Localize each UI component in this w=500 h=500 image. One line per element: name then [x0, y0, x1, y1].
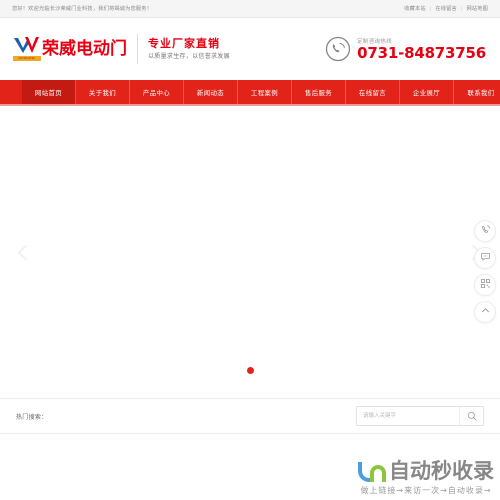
side-tool-message[interactable]	[474, 247, 496, 269]
watermark-title: 自动秒收录	[389, 459, 494, 483]
watermark-logo-icon	[358, 461, 386, 482]
qrcode-icon	[480, 278, 491, 292]
logo-icon: RONGWEI	[13, 36, 41, 62]
watermark-overlay: 自动秒收录 做上链接→来访一次→自动收录→	[358, 461, 494, 496]
search-button[interactable]	[459, 407, 483, 425]
side-tool-qrcode[interactable]	[474, 274, 496, 296]
nav-item-service[interactable]: 售后服务	[292, 80, 346, 104]
header-phone: 定制咨询热线 0731-84873756	[325, 36, 486, 62]
hot-search-label: 热门搜索：	[16, 414, 48, 421]
nav-item-home[interactable]: 网站首页	[22, 80, 76, 104]
search-input[interactable]	[357, 407, 459, 425]
brand-logo[interactable]: RONGWEI 荣威电动门	[13, 36, 127, 62]
top-bar: 您好！欢迎光临长沙荣威门业科技，我们将竭诚为您服务！ 收藏本站 | 在线留言 |…	[0, 0, 500, 18]
link-separator-2: |	[460, 5, 463, 12]
main-navigation: 网站首页 关于我们 产品中心 新闻动态 工程案例 售后服务 在线留言 企业展厅 …	[0, 80, 500, 106]
nav-item-cases[interactable]: 工程案例	[238, 80, 292, 104]
online-message-link[interactable]: 在线留言	[435, 5, 457, 12]
carousel-dot-1[interactable]	[246, 367, 254, 374]
welcome-text: 您好！欢迎光临长沙荣威门业科技，我们将竭诚为您服务！	[12, 6, 153, 12]
logo-company-name: 荣威电动门	[42, 38, 127, 59]
phone-number: 0731-84873756	[357, 44, 486, 62]
logo-sub-text: RONGWEI	[13, 56, 41, 61]
carousel-indicators	[0, 367, 500, 374]
header-slogan: 专业厂家直销 以质量求生存，以信誉求发展	[148, 37, 230, 62]
chevron-left-icon	[17, 244, 33, 260]
carousel-prev-button[interactable]	[14, 234, 36, 270]
nav-item-contact[interactable]: 联系我们	[454, 80, 500, 104]
hero-carousel	[0, 106, 500, 398]
search-icon	[467, 409, 477, 424]
sitemap-link[interactable]: 网站地图	[466, 5, 488, 12]
link-separator-1: |	[429, 5, 432, 12]
search-box[interactable]	[356, 406, 484, 426]
nav-item-about[interactable]: 关于我们	[76, 80, 130, 104]
chat-bubble-icon	[480, 251, 491, 265]
nav-item-products[interactable]: 产品中心	[130, 80, 184, 104]
chevron-up-icon	[480, 305, 491, 319]
header-divider	[137, 34, 138, 64]
favorite-site-link[interactable]: 收藏本站	[404, 5, 426, 12]
phone-icon	[325, 36, 351, 62]
nav-item-showroom[interactable]: 企业展厅	[400, 80, 454, 104]
floating-side-toolbar	[474, 220, 496, 323]
nav-item-message[interactable]: 在线留言	[346, 80, 400, 104]
hot-search-bar: 热门搜索：	[0, 398, 500, 434]
side-tool-back-to-top[interactable]	[474, 301, 496, 323]
slogan-primary: 专业厂家直销	[148, 36, 220, 50]
slogan-secondary: 以质量求生存，以信誉求发展	[148, 53, 230, 60]
top-bar-links: 收藏本站 | 在线留言 | 网站地图	[404, 5, 488, 13]
watermark-subtitle: 做上链接→来访一次→自动收录→	[360, 486, 492, 495]
site-header: RONGWEI 荣威电动门 专业厂家直销 以质量求生存，以信誉求发展 定制咨询热…	[0, 18, 500, 80]
side-tool-phone[interactable]	[474, 220, 496, 242]
nav-item-news[interactable]: 新闻动态	[184, 80, 238, 104]
phone-handset-icon	[480, 224, 491, 238]
